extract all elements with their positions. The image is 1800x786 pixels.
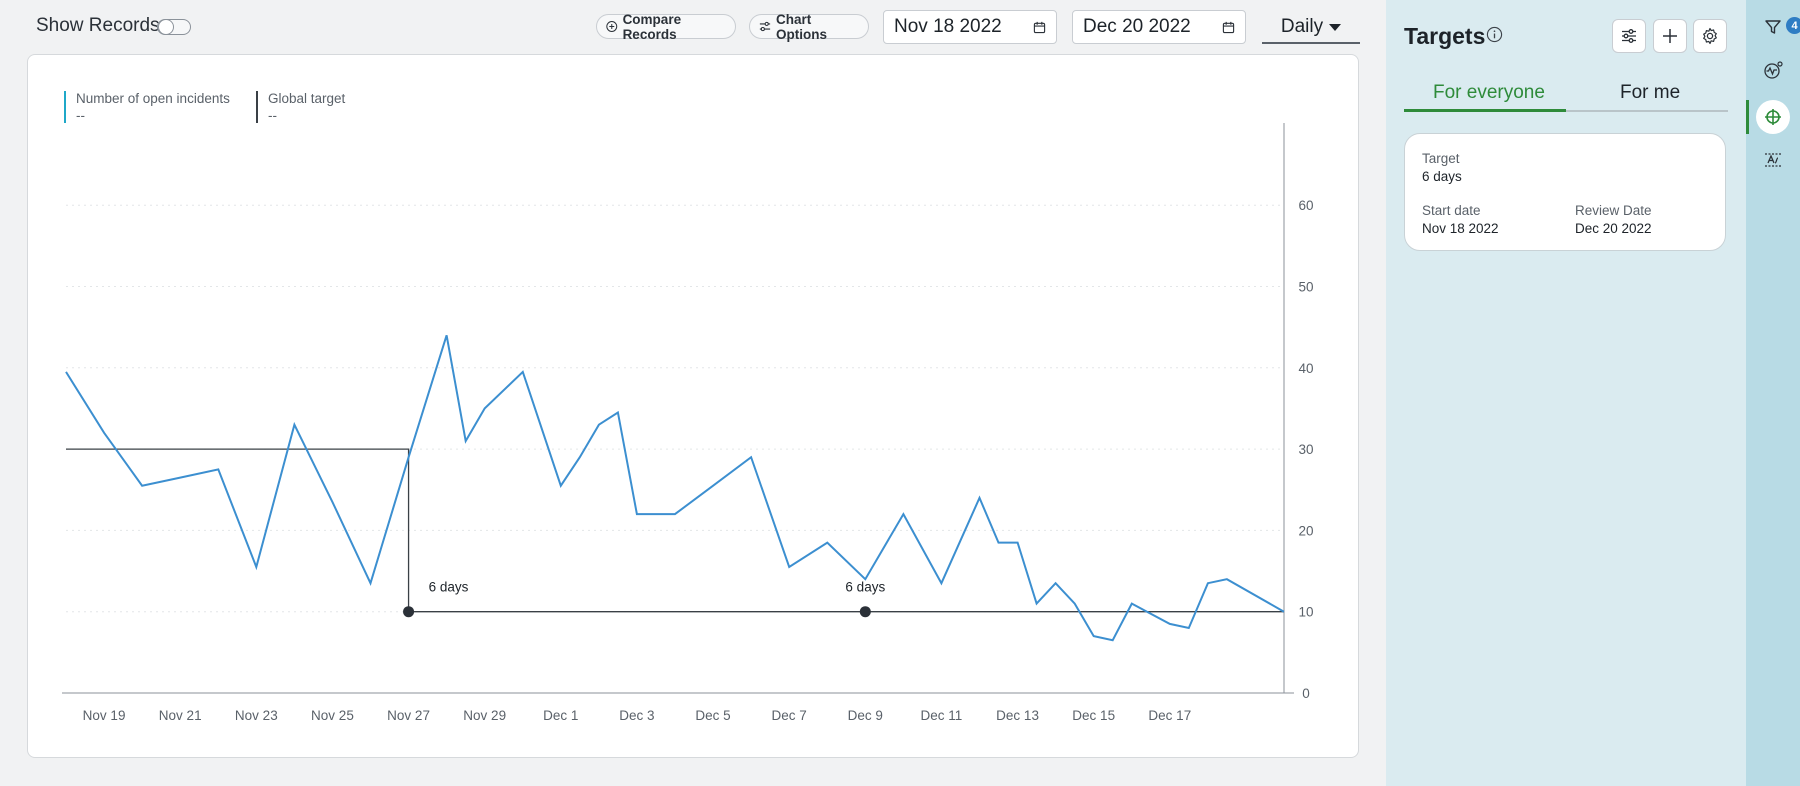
filter-icon (1765, 20, 1781, 34)
y-tick-label: 60 (1298, 198, 1313, 213)
start-date-label: Start date (1422, 203, 1481, 218)
line-chart[interactable]: 0 10 20 30 40 50 60 Nov 19 Nov 21 Nov 23 Nov 25 Nov… (28, 55, 1358, 757)
target-marker (403, 606, 415, 618)
end-date-value: Dec 20 2022 (1083, 16, 1191, 37)
rail-active-indicator (1746, 100, 1749, 134)
analytics-icon (1764, 61, 1783, 79)
review-date-value: Dec 20 2022 (1575, 221, 1652, 236)
tab-underline (1404, 109, 1728, 112)
target-marker (859, 606, 871, 618)
chart-card: Number of open incidents -- Global targe… (27, 54, 1359, 758)
x-tick-label: Dec 3 (619, 708, 654, 723)
show-records-toggle[interactable] (157, 18, 191, 35)
x-tick-label: Dec 9 (848, 708, 883, 723)
incidents-series-line (65, 335, 1285, 642)
x-tick-label: Dec 1 (543, 708, 578, 723)
target-label: Target (1422, 151, 1460, 166)
filter-count-badge: 4 (1786, 17, 1800, 34)
tab-for-me[interactable]: For me (1620, 82, 1680, 104)
sliders-icon (1622, 29, 1636, 43)
target-marker-label: 6 days (429, 580, 469, 595)
x-tick-label: Nov 23 (235, 708, 278, 723)
x-tick-label: Dec 15 (1072, 708, 1115, 723)
x-tick-label: Nov 27 (387, 708, 430, 723)
x-tick-label: Nov 21 (159, 708, 202, 723)
target-icon (1765, 109, 1781, 125)
target-value: 6 days (1422, 169, 1462, 184)
start-date-value: Nov 18 2022 (1422, 221, 1499, 236)
x-tick-label: Dec 13 (996, 708, 1039, 723)
start-date-value: Nov 18 2022 (894, 16, 1002, 37)
chart-options-label: Chart Options (775, 11, 827, 42)
x-tick-label: Dec 7 (772, 708, 807, 723)
y-tick-label: 10 (1298, 605, 1313, 620)
target-filters-button[interactable] (1612, 19, 1646, 53)
y-tick-label: 30 (1298, 442, 1313, 457)
end-date-input[interactable]: Dec 20 2022 (1072, 10, 1246, 44)
gear-icon (1703, 27, 1717, 45)
review-date-label: Review Date (1575, 203, 1652, 218)
x-tick-label: Dec 11 (921, 708, 963, 723)
caret-down-icon (1329, 23, 1342, 31)
x-tick-label: Nov 29 (463, 708, 506, 723)
x-tick-label: Nov 25 (311, 708, 354, 723)
target-step-line (66, 448, 1284, 613)
compare-records-label: Compare Records (622, 11, 682, 42)
filter-rail-button[interactable]: 4 (1759, 13, 1800, 41)
add-target-button[interactable] (1653, 19, 1687, 53)
analytics-rail-button[interactable] (1759, 56, 1787, 84)
right-rail: 4 (1746, 0, 1800, 786)
calendar-icon[interactable] (1222, 21, 1235, 34)
chart-toolbar: Show Records Compare Records Chart Optio… (0, 0, 1385, 52)
formula-rail-button[interactable] (1759, 146, 1787, 174)
y-tick-label: 20 (1298, 523, 1313, 538)
compare-records-button[interactable]: Compare Records (596, 11, 736, 42)
x-tick-label: Dec 5 (695, 708, 730, 723)
active-tab-indicator (1404, 109, 1566, 112)
y-tick-label: 40 (1298, 361, 1313, 376)
targets-rail-button[interactable] (1759, 103, 1787, 131)
targets-panel: Targets For everyone For me Target 6 day… (1386, 0, 1746, 786)
info-icon[interactable] (1486, 26, 1503, 43)
interval-select[interactable]: Daily (1262, 12, 1360, 44)
plus-icon (1663, 29, 1677, 43)
plus-circle-icon (606, 21, 618, 32)
interval-value: Daily (1280, 16, 1324, 37)
x-tick-label: Dec 17 (1148, 708, 1191, 723)
y-tick-label: 0 (1302, 686, 1310, 701)
chart-options-button[interactable]: Chart Options (749, 11, 869, 42)
start-date-input[interactable]: Nov 18 2022 (883, 10, 1057, 44)
target-card[interactable]: Target 6 days Start date Nov 18 2022 Rev… (1404, 133, 1726, 251)
show-records-label: Show Records (36, 15, 160, 36)
toggle-knob (158, 18, 174, 35)
target-settings-button[interactable] (1693, 19, 1727, 53)
x-tick-label: Nov 19 (83, 708, 126, 723)
sliders-icon (759, 21, 771, 32)
calendar-icon[interactable] (1033, 21, 1046, 34)
target-marker-label: 6 days (845, 580, 885, 595)
y-tick-label: 50 (1298, 280, 1313, 295)
formula-icon (1765, 153, 1781, 167)
targets-title: Targets (1404, 23, 1486, 49)
tab-for-everyone[interactable]: For everyone (1433, 82, 1545, 104)
